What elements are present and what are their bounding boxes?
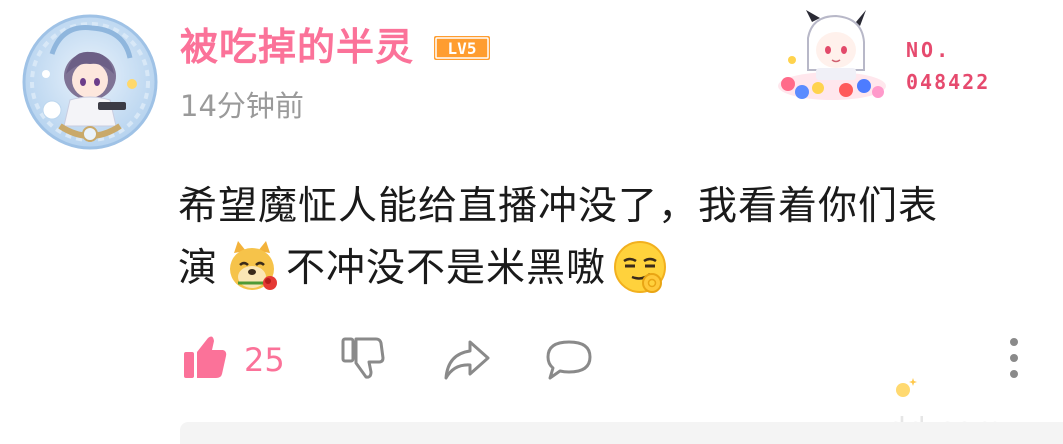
next-comment-preview [180,422,1063,444]
comment-text-start: 演 [178,246,219,291]
more-options-icon[interactable] [1004,336,1024,380]
timestamp: 14分钟前 [180,89,304,123]
share-icon[interactable] [442,338,492,382]
comment-text-mid: 不冲没不是米黑嗷 [286,246,607,291]
reply-comment-icon[interactable] [544,338,594,382]
comment-line-1: 希望魔怔人能给直播冲没了，我看着你们表 [178,184,939,229]
like-count: 25 [244,341,285,379]
level-badge: LV5 [434,36,490,60]
dislike-thumbs-down-icon[interactable] [340,336,386,382]
sparkle-icon [896,378,917,397]
user-avatar[interactable] [22,14,158,150]
level-label: LV5 [448,39,477,58]
comment-line-2: 演 不冲没不是米黑嗷 [178,238,1048,300]
dog-rose-emoji-icon [230,240,278,290]
username[interactable]: 被吃掉的半灵 [180,18,414,76]
comment-content: 希望魔怔人能给直播冲没了，我看着你们表 演 不冲没不是米黑嗷 [178,176,1048,300]
smirk-ok-hand-emoji-icon [614,240,667,293]
fan-badge-art [778,10,886,100]
fan-badge-number: 048422 [906,70,991,94]
like-thumbs-up-icon[interactable] [182,334,228,380]
fan-badge-no-label: NO. [906,38,952,62]
